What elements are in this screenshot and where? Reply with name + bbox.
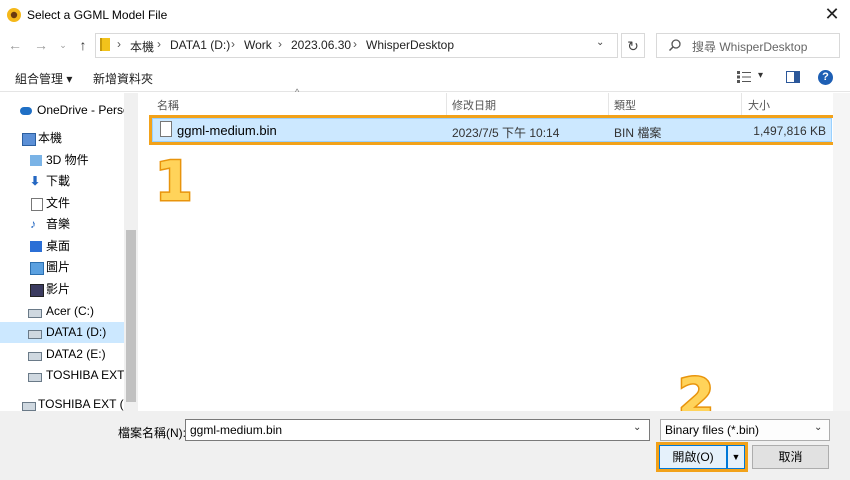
sunflower-app-icon xyxy=(6,7,22,23)
drive-icon xyxy=(28,309,42,318)
address-dropdown-chevron-icon[interactable]: ⌄ xyxy=(596,37,604,48)
cancel-button[interactable]: 取消 xyxy=(752,445,829,469)
sidebar-item-this-pc[interactable]: 本機 xyxy=(0,128,124,149)
forward-arrow-icon[interactable]: → xyxy=(32,36,50,54)
file-date-cell: 2023/7/5 下午 10:14 xyxy=(452,126,560,140)
breadcrumb-item[interactable]: 本機 xyxy=(130,38,154,55)
sidebar-item-label: OneDrive - Perso xyxy=(37,103,124,117)
download-icon: ⬇ xyxy=(30,174,41,188)
column-divider[interactable] xyxy=(608,93,609,115)
drive-icon xyxy=(28,330,42,339)
breadcrumb-separator: › xyxy=(353,37,357,51)
help-icon[interactable]: ? xyxy=(818,70,833,85)
videos-icon xyxy=(30,284,44,297)
sidebar-item-label: DATA1 (D:) xyxy=(46,325,107,339)
sidebar-item-label: 3D 物件 xyxy=(46,153,89,167)
sidebar-item-3d-objects[interactable]: 3D 物件 xyxy=(0,150,124,171)
file-list-scrollbar[interactable] xyxy=(833,93,850,411)
search-placeholder: 搜尋 WhisperDesktop xyxy=(692,40,808,54)
file-type-cell: BIN 檔案 xyxy=(614,126,662,140)
folder-icon xyxy=(100,38,110,51)
close-icon[interactable]: ✕ xyxy=(822,3,842,25)
open-options-caret-icon[interactable]: ▼ xyxy=(727,445,745,469)
desktop-icon xyxy=(30,241,42,252)
preview-pane-icon[interactable] xyxy=(786,71,800,83)
breadcrumb-item[interactable]: 2023.06.30 xyxy=(291,38,351,52)
drive-icon xyxy=(22,402,36,411)
organize-menu-button[interactable]: 組合管理 ▾ xyxy=(15,70,72,87)
column-header-name[interactable]: 名稱 xyxy=(157,97,179,113)
window-title: Select a GGML Model File xyxy=(27,8,168,22)
sidebar-item-label: DATA2 (E:) xyxy=(46,347,106,361)
sidebar-item-videos[interactable]: 影片 xyxy=(0,279,124,300)
sidebar-item-drive-f[interactable]: TOSHIBA EXT (F xyxy=(0,365,124,386)
sort-ascending-caret-icon: ^ xyxy=(295,87,300,97)
sidebar-item-label: 本機 xyxy=(38,131,63,145)
file-name-cell: ggml-medium.bin xyxy=(177,123,277,138)
column-divider[interactable] xyxy=(741,93,742,115)
sidebar-item-drive-d[interactable]: DATA1 (D:) xyxy=(0,322,124,343)
drive-icon xyxy=(28,352,42,361)
sidebar-item-desktop[interactable]: 桌面 xyxy=(0,236,124,257)
filename-dropdown-chevron-icon[interactable]: ⌄ xyxy=(633,422,641,433)
refresh-icon[interactable]: ↻ xyxy=(621,33,645,58)
breadcrumb-item[interactable]: WhisperDesktop xyxy=(366,38,454,52)
music-icon: ♪ xyxy=(30,217,36,231)
computer-icon xyxy=(22,133,36,146)
pictures-icon xyxy=(30,262,44,275)
breadcrumb-separator: › xyxy=(117,37,121,51)
column-divider[interactable] xyxy=(446,93,447,115)
column-header-date[interactable]: 修改日期 xyxy=(452,97,496,113)
cloud-icon xyxy=(20,107,32,115)
sidebar-item-label: 圖片 xyxy=(46,260,71,274)
file-icon xyxy=(160,121,172,137)
up-arrow-icon[interactable]: ↑ xyxy=(74,36,92,54)
3d-objects-icon xyxy=(30,155,42,166)
filename-value: ggml-medium.bin xyxy=(190,423,283,437)
file-size-cell: 1,497,816 KB xyxy=(753,124,826,138)
sidebar-item-music[interactable]: ♪ 音樂 xyxy=(0,214,124,235)
open-button[interactable]: 開啟(O) xyxy=(659,445,727,469)
breadcrumb-item[interactable]: Work xyxy=(244,38,272,52)
breadcrumb-item[interactable]: DATA1 (D:) xyxy=(170,38,230,52)
sidebar-item-label: TOSHIBA EXT (F xyxy=(46,368,124,382)
sidebar-item-drive-e[interactable]: DATA2 (E:) xyxy=(0,344,124,365)
breadcrumb-separator: › xyxy=(231,37,235,51)
sidebar-item-label: Acer (C:) xyxy=(46,304,94,318)
sidebar-item-drive-c[interactable]: Acer (C:) xyxy=(0,301,124,322)
sidebar-item-documents[interactable]: 文件 xyxy=(0,193,124,214)
new-folder-button[interactable]: 新增資料夾 xyxy=(93,70,153,87)
sidebar-item-label: 文件 xyxy=(46,196,71,210)
column-header-type[interactable]: 類型 xyxy=(614,97,636,113)
sidebar-scrollbar-thumb[interactable] xyxy=(126,230,136,402)
view-options-icon[interactable] xyxy=(737,71,751,83)
breadcrumb-separator: › xyxy=(278,37,282,51)
recent-locations-chevron-icon[interactable]: ⌄ xyxy=(54,36,72,54)
document-icon xyxy=(31,198,43,211)
sidebar-item-label: 音樂 xyxy=(46,217,71,231)
sidebar-item-label: 下載 xyxy=(46,174,71,188)
sidebar-item-label: 影片 xyxy=(46,282,71,296)
filter-dropdown-chevron-icon[interactable]: ⌄ xyxy=(814,422,822,433)
sidebar-item-onedrive[interactable]: OneDrive - Perso xyxy=(0,100,124,121)
sidebar-item-downloads[interactable]: ⬇ 下載 xyxy=(0,171,124,192)
view-dropdown-caret-icon[interactable]: ▾ xyxy=(758,70,763,81)
breadcrumb-separator: › xyxy=(157,37,161,51)
sidebar-item-label: 桌面 xyxy=(46,239,71,253)
file-type-filter-value: Binary files (*.bin) xyxy=(665,423,760,437)
sidebar-item-pictures[interactable]: 圖片 xyxy=(0,257,124,278)
filename-label: 檔案名稱(N): xyxy=(118,426,186,440)
back-arrow-icon[interactable]: ← xyxy=(6,36,24,54)
search-icon xyxy=(668,38,682,52)
column-header-size[interactable]: 大小 xyxy=(748,97,770,113)
step-one-callout: 1 xyxy=(154,149,195,215)
drive-icon xyxy=(28,373,42,382)
